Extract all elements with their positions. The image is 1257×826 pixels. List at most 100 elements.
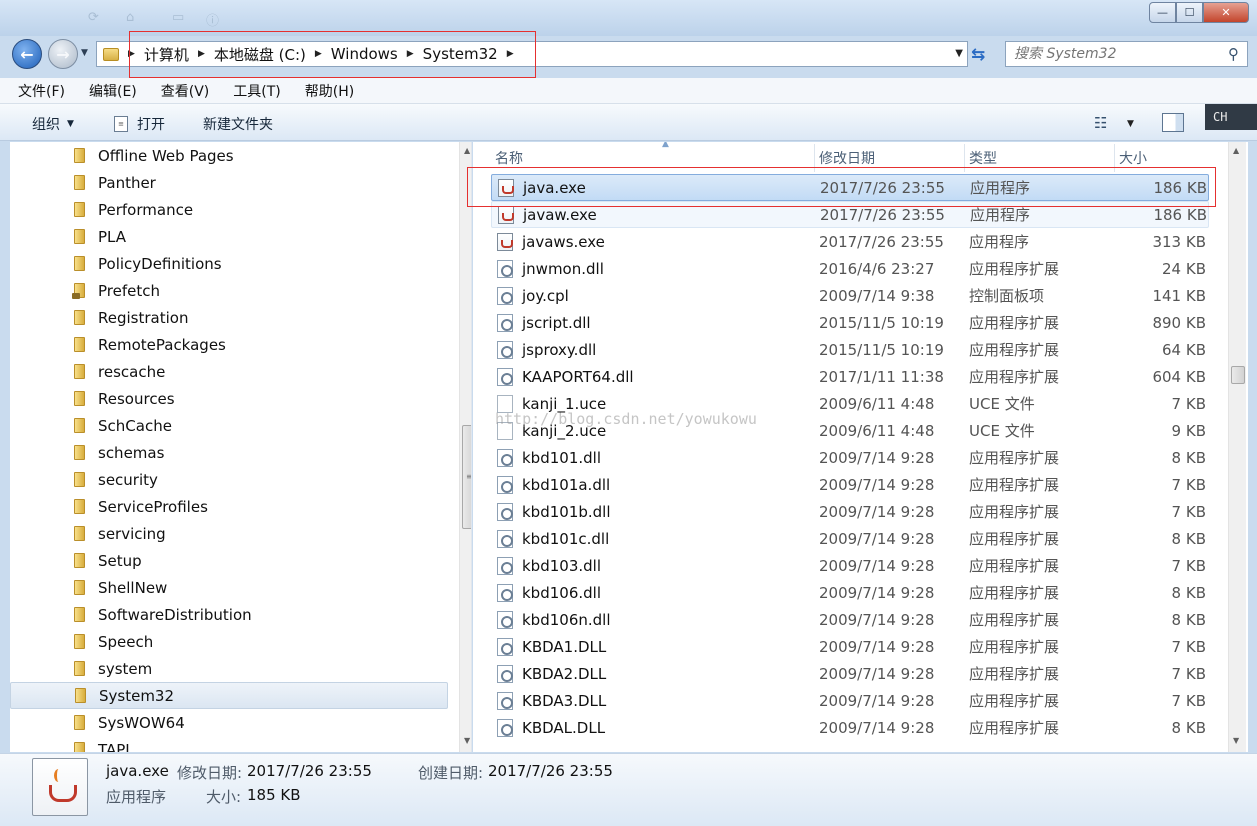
forward-button[interactable]: → bbox=[48, 39, 78, 69]
file-row[interactable]: kbd101.dll 2009/7/14 9:28 应用程序扩展 8 KB bbox=[491, 444, 1209, 471]
recent-pages-dropdown[interactable]: ▼ bbox=[81, 48, 88, 58]
tree-item[interactable]: PLA bbox=[10, 223, 448, 250]
tree-item[interactable]: SoftwareDistribution bbox=[10, 601, 448, 628]
file-row[interactable]: kbd101c.dll 2009/7/14 9:28 应用程序扩展 8 KB bbox=[491, 525, 1209, 552]
file-row[interactable]: kanji_1.uce 2009/6/11 4:48 UCE 文件 7 KB bbox=[491, 390, 1209, 417]
tree-item[interactable]: ShellNew bbox=[10, 574, 448, 601]
tree-item[interactable]: security bbox=[10, 466, 448, 493]
address-history-dropdown[interactable]: ▼ bbox=[955, 48, 963, 59]
file-row[interactable]: kbd106.dll 2009/7/14 9:28 应用程序扩展 8 KB bbox=[491, 579, 1209, 606]
tree-item-label: Setup bbox=[98, 551, 142, 570]
organize-button[interactable]: 组织 ▼ bbox=[32, 114, 74, 134]
tree-item[interactable]: System32 bbox=[10, 682, 448, 709]
menu-bar: 文件(F) 编辑(E) 查看(V) 工具(T) 帮助(H) bbox=[0, 78, 1257, 104]
scroll-down-icon[interactable]: ▼ bbox=[464, 736, 470, 745]
tree-item[interactable]: servicing bbox=[10, 520, 448, 547]
tree-item[interactable]: Registration bbox=[10, 304, 448, 331]
file-size: 64 KB bbox=[1162, 340, 1206, 359]
close-button[interactable]: ✕ bbox=[1203, 2, 1249, 23]
file-row[interactable]: KBDA2.DLL 2009/7/14 9:28 应用程序扩展 7 KB bbox=[491, 660, 1209, 687]
tree-item[interactable]: SchCache bbox=[10, 412, 448, 439]
file-name-cell: KAAPORT64.dll bbox=[491, 367, 819, 386]
file-row[interactable]: jsproxy.dll 2015/11/5 10:19 应用程序扩展 64 KB bbox=[491, 336, 1209, 363]
file-row[interactable]: kanji_2.uce 2009/6/11 4:48 UCE 文件 9 KB bbox=[491, 417, 1209, 444]
search-box[interactable]: ⚲ bbox=[1005, 41, 1248, 67]
refresh-icon[interactable]: ⇆ bbox=[971, 45, 985, 65]
tree-item[interactable]: schemas bbox=[10, 439, 448, 466]
scroll-down-icon[interactable]: ▼ bbox=[1233, 736, 1239, 745]
change-view-icon[interactable]: ☷ bbox=[1094, 114, 1107, 132]
menu-file[interactable]: 文件(F) bbox=[18, 81, 65, 101]
tree-item[interactable]: Prefetch bbox=[10, 277, 448, 304]
chevron-right-icon[interactable]: ▶ bbox=[507, 49, 514, 59]
breadcrumb-system32[interactable]: System32 bbox=[423, 45, 498, 63]
tree-item[interactable]: RemotePackages bbox=[10, 331, 448, 358]
folder-icon bbox=[74, 445, 85, 460]
back-button[interactable]: ← bbox=[12, 39, 42, 69]
file-row[interactable]: jscript.dll 2015/11/5 10:19 应用程序扩展 890 KB bbox=[491, 309, 1209, 336]
breadcrumb-local-disk[interactable]: 本地磁盘 (C:) bbox=[214, 44, 306, 65]
chevron-right-icon[interactable]: ▶ bbox=[315, 49, 322, 59]
nav-scrollbar[interactable]: ▲ ≡ ▼ bbox=[459, 142, 471, 752]
tree-item[interactable]: ServiceProfiles bbox=[10, 493, 448, 520]
tree-item[interactable]: Resources bbox=[10, 385, 448, 412]
file-name-cell: jscript.dll bbox=[491, 313, 819, 332]
menu-edit[interactable]: 编辑(E) bbox=[89, 81, 137, 101]
new-folder-button[interactable]: 新建文件夹 bbox=[203, 114, 273, 134]
chevron-right-icon[interactable]: ▶ bbox=[128, 49, 135, 59]
column-header-date[interactable]: 修改日期 bbox=[815, 144, 965, 172]
menu-help[interactable]: 帮助(H) bbox=[305, 81, 354, 101]
file-row[interactable]: java.exe 2017/7/26 23:55 应用程序 186 KB bbox=[491, 174, 1209, 201]
column-header-type[interactable]: 类型 bbox=[965, 144, 1115, 172]
file-row[interactable]: KAAPORT64.dll 2017/1/11 11:38 应用程序扩展 604 KB bbox=[491, 363, 1209, 390]
tree-item[interactable]: rescache bbox=[10, 358, 448, 385]
breadcrumb-windows[interactable]: Windows bbox=[331, 45, 398, 63]
tree-item-label: SchCache bbox=[98, 416, 172, 435]
maximize-button[interactable]: ☐ bbox=[1176, 2, 1203, 23]
file-row[interactable]: kbd106n.dll 2009/7/14 9:28 应用程序扩展 8 KB bbox=[491, 606, 1209, 633]
chevron-right-icon[interactable]: ▶ bbox=[407, 49, 414, 59]
open-button[interactable]: ≡ 打开 bbox=[114, 114, 165, 134]
view-options-dropdown[interactable]: ▼ bbox=[1127, 119, 1134, 129]
ime-indicator[interactable]: CH bbox=[1205, 104, 1257, 130]
file-row[interactable]: KBDA1.DLL 2009/7/14 9:28 应用程序扩展 7 KB bbox=[491, 633, 1209, 660]
tree-item[interactable]: Setup bbox=[10, 547, 448, 574]
preview-pane-icon[interactable] bbox=[1162, 113, 1184, 132]
file-row[interactable]: KBDAL.DLL 2009/7/14 9:28 应用程序扩展 8 KB bbox=[491, 714, 1209, 741]
tree-item[interactable]: system bbox=[10, 655, 448, 682]
tree-item[interactable]: TAPI bbox=[10, 736, 448, 752]
breadcrumb-computer[interactable]: 计算机 bbox=[144, 44, 189, 65]
column-header-name[interactable]: 名称 bbox=[491, 144, 815, 172]
search-icon[interactable]: ⚲ bbox=[1228, 45, 1239, 63]
tree-item[interactable]: Panther bbox=[10, 169, 448, 196]
menu-view[interactable]: 查看(V) bbox=[161, 81, 210, 101]
address-bar[interactable]: ▶ 计算机 ▶ 本地磁盘 (C:) ▶ Windows ▶ System32 ▶… bbox=[96, 41, 968, 67]
file-row[interactable]: kbd101b.dll 2009/7/14 9:28 应用程序扩展 7 KB bbox=[491, 498, 1209, 525]
scroll-up-icon[interactable]: ▲ bbox=[464, 146, 470, 155]
tree-item[interactable]: PolicyDefinitions bbox=[10, 250, 448, 277]
file-list-scrollbar[interactable]: ▲ ▼ bbox=[1228, 142, 1246, 752]
scroll-up-icon[interactable]: ▲ bbox=[1233, 146, 1239, 155]
file-row[interactable]: kbd103.dll 2009/7/14 9:28 应用程序扩展 7 KB bbox=[491, 552, 1209, 579]
file-row[interactable]: jnwmon.dll 2016/4/6 23:27 应用程序扩展 24 KB bbox=[491, 255, 1209, 282]
title-bar: ⟳ ⌂ ▭ ⓘ — ☐ ✕ bbox=[0, 0, 1257, 36]
column-header-size[interactable]: 大小 bbox=[1115, 144, 1227, 172]
dll-file-icon bbox=[497, 340, 513, 359]
file-type: 应用程序扩展 bbox=[969, 611, 1060, 629]
nav-scrollbar-thumb[interactable]: ≡ bbox=[462, 425, 471, 529]
file-row[interactable]: joy.cpl 2009/7/14 9:38 控制面板项 141 KB bbox=[491, 282, 1209, 309]
tree-item[interactable]: Speech bbox=[10, 628, 448, 655]
file-row[interactable]: javaw.exe 2017/7/26 23:55 应用程序 186 KB bbox=[491, 201, 1209, 228]
menu-tools[interactable]: 工具(T) bbox=[233, 81, 280, 101]
tree-item[interactable]: Performance bbox=[10, 196, 448, 223]
minimize-button[interactable]: — bbox=[1149, 2, 1176, 23]
file-row[interactable]: kbd101a.dll 2009/7/14 9:28 应用程序扩展 7 KB bbox=[491, 471, 1209, 498]
search-input[interactable] bbox=[1014, 46, 1214, 62]
file-row[interactable]: KBDA3.DLL 2009/7/14 9:28 应用程序扩展 7 KB bbox=[491, 687, 1209, 714]
folder-icon bbox=[74, 526, 85, 541]
file-row[interactable]: javaws.exe 2017/7/26 23:55 应用程序 313 KB bbox=[491, 228, 1209, 255]
chevron-right-icon[interactable]: ▶ bbox=[198, 49, 205, 59]
file-list-scrollbar-thumb[interactable] bbox=[1231, 366, 1245, 384]
tree-item[interactable]: SysWOW64 bbox=[10, 709, 448, 736]
tree-item[interactable]: Offline Web Pages bbox=[10, 142, 448, 169]
